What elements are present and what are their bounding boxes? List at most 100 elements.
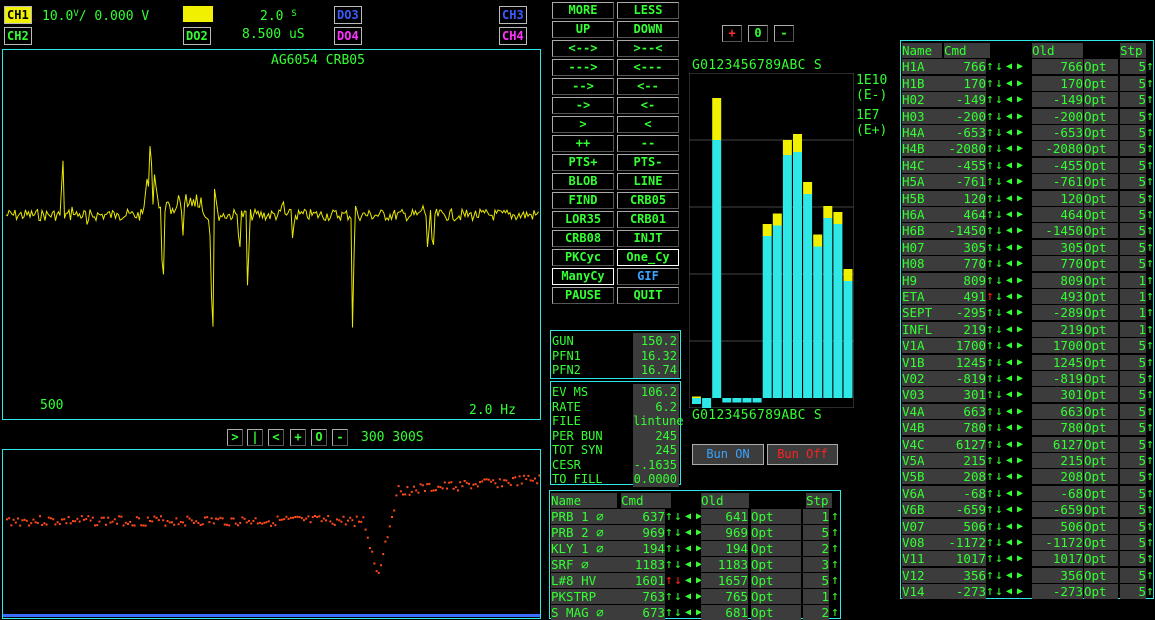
down-arrow-icon[interactable]: ↓ (995, 453, 1003, 469)
up-arrow-icon[interactable]: ↑ (986, 568, 994, 584)
row-opt-button[interactable]: Opt (751, 557, 801, 573)
row-cmd[interactable]: 1700 (934, 338, 986, 354)
down-arrow-icon[interactable]: ↓ (995, 59, 1003, 75)
left-triangle-icon[interactable]: ◀ (1006, 584, 1012, 600)
right-triangle-icon[interactable]: ▶ (1017, 174, 1023, 190)
row-cmd[interactable]: -273 (934, 584, 986, 600)
history-panel[interactable] (2, 449, 541, 619)
left-triangle-icon[interactable]: ◀ (685, 541, 691, 557)
row-opt-button[interactable]: Opt (1084, 551, 1118, 567)
up-arrow-icon[interactable]: ↑ (986, 158, 994, 174)
row-opt-button[interactable]: Opt (1084, 157, 1118, 173)
row-opt-button[interactable]: Opt (1084, 190, 1118, 206)
left-triangle-icon[interactable]: ◀ (1006, 256, 1012, 272)
right-triangle-icon[interactable]: ▶ (1017, 125, 1023, 141)
step-up-arrow-icon[interactable]: ↑ (831, 605, 839, 620)
down-arrow-icon[interactable]: ↓ (995, 256, 1003, 272)
row-opt-button[interactable]: Opt (751, 541, 801, 557)
left-triangle-icon[interactable]: ◀ (1006, 305, 1012, 321)
row-opt-button[interactable]: Opt (1084, 371, 1118, 386)
step-up-arrow-icon[interactable]: ↑ (831, 557, 839, 573)
row-step[interactable]: 5 (1120, 338, 1146, 354)
history-reset-button[interactable]: O (311, 429, 327, 446)
history-zoom-out-button[interactable]: - (332, 429, 348, 446)
step-up-arrow-icon[interactable]: ↑ (1146, 207, 1154, 223)
left-triangle-icon[interactable]: ◀ (1006, 568, 1012, 584)
left-triangle-icon[interactable]: ◀ (685, 525, 691, 541)
step-up-arrow-icon[interactable]: ↑ (1146, 404, 1154, 420)
step-up-arrow-icon[interactable]: ↑ (1146, 322, 1154, 338)
left-triangle-icon[interactable]: ◀ (1006, 502, 1012, 518)
history-zoom-in-button[interactable]: + (290, 429, 306, 446)
down-arrow-icon[interactable]: ↓ (995, 584, 1003, 600)
row-cmd[interactable]: -200 (934, 108, 986, 124)
down-arrow-icon[interactable]: ↓ (995, 502, 1003, 518)
step-up-arrow-icon[interactable]: ↑ (831, 541, 839, 557)
row-opt-button[interactable]: Opt (1084, 141, 1118, 157)
row-step[interactable]: 5 (1120, 551, 1146, 567)
scope-panel[interactable]: AG6054 CRB05 500 2.0 Hz (2, 49, 541, 420)
cmd-button-0-1[interactable]: LESS (617, 2, 679, 19)
down-arrow-icon[interactable]: ↓ (674, 509, 682, 525)
row-opt-button[interactable]: Opt (1084, 75, 1118, 91)
cmd-button-1-1[interactable]: DOWN (617, 21, 679, 38)
row-opt-button[interactable]: Opt (1084, 469, 1118, 485)
down-arrow-icon[interactable]: ↓ (995, 273, 1003, 289)
left-triangle-icon[interactable]: ◀ (1006, 223, 1012, 239)
row-step[interactable]: 5 (803, 573, 829, 589)
right-triangle-icon[interactable]: ▶ (1017, 273, 1023, 289)
right-triangle-icon[interactable]: ▶ (1017, 191, 1023, 207)
right-triangle-icon[interactable]: ▶ (1017, 420, 1023, 436)
step-up-arrow-icon[interactable]: ↑ (1146, 387, 1154, 403)
up-arrow-icon[interactable]: ↑ (986, 59, 994, 75)
cmd-button-10-0[interactable]: FIND (552, 192, 614, 209)
row-cmd[interactable]: -455 (934, 157, 986, 173)
bar-plus-button[interactable]: + (722, 25, 742, 42)
step-up-arrow-icon[interactable]: ↑ (1146, 109, 1154, 125)
step-up-arrow-icon[interactable]: ↑ (1146, 158, 1154, 174)
row-opt-button[interactable]: Opt (1084, 305, 1118, 321)
row-opt-button[interactable]: Opt (1084, 256, 1118, 272)
row-opt-button[interactable]: Opt (751, 525, 801, 541)
row-opt-button[interactable]: Opt (1084, 239, 1118, 255)
up-arrow-icon[interactable]: ↑ (986, 519, 994, 535)
row-cmd[interactable]: 120 (934, 190, 986, 206)
step-up-arrow-icon[interactable]: ↑ (1146, 535, 1154, 551)
right-triangle-icon[interactable]: ▶ (1017, 223, 1023, 239)
up-arrow-icon[interactable]: ↑ (986, 240, 994, 256)
down-arrow-icon[interactable]: ↓ (995, 289, 1003, 305)
step-up-arrow-icon[interactable]: ↑ (1146, 502, 1154, 518)
row-opt-button[interactable]: Opt (1084, 272, 1118, 288)
step-up-arrow-icon[interactable]: ↑ (1146, 371, 1154, 387)
step-up-arrow-icon[interactable]: ↑ (831, 573, 839, 589)
bar-minus-button[interactable]: - (774, 25, 794, 42)
row-step[interactable]: 5 (1120, 567, 1146, 583)
row-opt-button[interactable]: Opt (1084, 174, 1118, 190)
cmd-button-5-0[interactable]: -> (552, 97, 614, 114)
step-up-arrow-icon[interactable]: ↑ (1146, 191, 1154, 207)
right-triangle-icon[interactable]: ▶ (1017, 535, 1023, 551)
down-arrow-icon[interactable]: ↓ (995, 207, 1003, 223)
cmd-button-6-1[interactable]: < (617, 116, 679, 133)
up-arrow-icon[interactable]: ↑ (986, 404, 994, 420)
row-cmd[interactable]: 766 (934, 59, 986, 75)
left-triangle-icon[interactable]: ◀ (1006, 551, 1012, 567)
left-triangle-icon[interactable]: ◀ (1006, 437, 1012, 453)
cmd-button-4-0[interactable]: --> (552, 78, 614, 95)
row-opt-button[interactable]: Opt (1084, 420, 1118, 436)
up-arrow-icon[interactable]: ↑ (986, 469, 994, 485)
left-triangle-icon[interactable]: ◀ (1006, 174, 1012, 190)
cmd-button-15-0[interactable]: PAUSE (552, 287, 614, 304)
cmd-button-13-1[interactable]: One_Cy (617, 249, 679, 266)
down-arrow-icon[interactable]: ↓ (995, 158, 1003, 174)
up-arrow-icon[interactable]: ↑ (986, 502, 994, 518)
row-opt-button[interactable]: Opt (1084, 567, 1118, 583)
right-triangle-icon[interactable]: ▶ (1017, 305, 1023, 321)
row-cmd[interactable]: 305 (934, 239, 986, 255)
row-cmd[interactable]: 1601 (621, 573, 665, 589)
up-arrow-icon[interactable]: ↑ (986, 322, 994, 338)
row-step[interactable]: 5 (1120, 535, 1146, 550)
do4-button[interactable]: DO4 (334, 27, 362, 45)
row-opt-button[interactable]: Opt (1084, 59, 1118, 75)
row-step[interactable]: 1 (1120, 272, 1146, 288)
